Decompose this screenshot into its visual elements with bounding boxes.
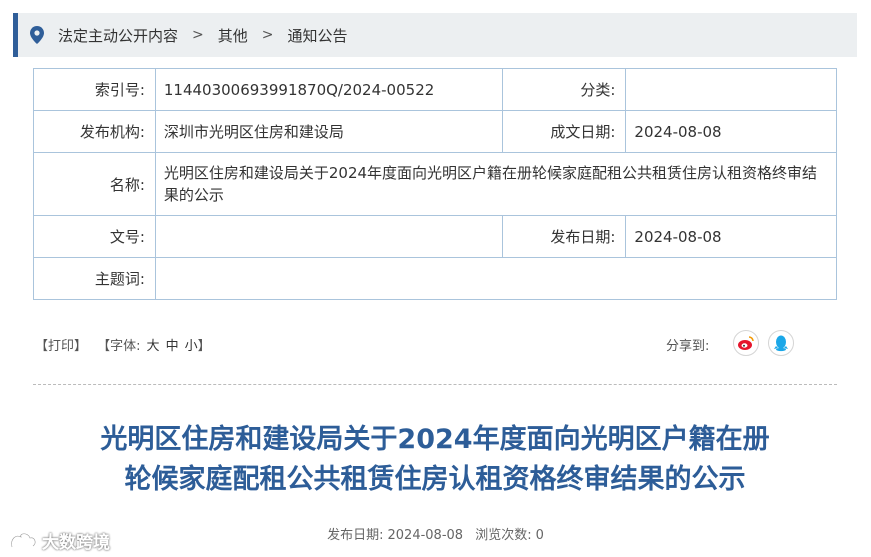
document-info-table: 索引号: 11440300693991870Q/2024-00522 分类: 发… [33, 68, 838, 300]
category-label: 分类: [501, 68, 627, 111]
breadcrumb-item-public-content[interactable]: 法定主动公开内容 [58, 25, 178, 46]
index-value: 11440300693991870Q/2024-00522 [154, 68, 503, 111]
watermark-logo-icon [8, 531, 38, 551]
font-size-large-button[interactable]: 大 [147, 339, 160, 354]
category-value [625, 68, 837, 111]
breadcrumb-item-notices[interactable]: 通知公告 [288, 25, 348, 46]
weibo-icon[interactable] [733, 330, 759, 356]
font-size-label: 【字体: [97, 339, 141, 354]
breadcrumb-separator: > [261, 27, 274, 43]
article-tools: 【打印】 【字体: 大中小】 [35, 335, 211, 354]
name-label: 名称: [33, 152, 156, 216]
table-row: 发布机构: 深圳市光明区住房和建设局 成文日期: 2024-08-08 [33, 110, 837, 153]
font-size-medium-button[interactable]: 中 [166, 339, 179, 354]
breadcrumb-item-other[interactable]: 其他 [218, 25, 248, 46]
print-button[interactable]: 【打印】 [35, 339, 87, 354]
keywords-label: 主题词: [33, 257, 156, 300]
name-value: 光明区住房和建设局关于2024年度面向光明区户籍在册轮候家庭配租公共租赁住房认租… [154, 152, 838, 216]
publisher-value: 深圳市光明区住房和建设局 [154, 110, 503, 153]
section-divider [33, 384, 837, 385]
font-size-close: 】 [197, 339, 211, 354]
publisher-label: 发布机构: [33, 110, 156, 153]
table-row: 文号: 发布日期: 2024-08-08 [33, 215, 837, 258]
watermark: 大数跨境 [8, 528, 110, 553]
font-size-small-button[interactable]: 小 [185, 339, 198, 354]
location-pin-icon [30, 25, 48, 45]
article-title-line-1: 光明区住房和建设局关于2024年度面向光明区户籍在册 [100, 424, 770, 455]
article-meta: 发布日期: 2024-08-08 浏览次数: 0 [0, 524, 871, 543]
table-row: 索引号: 11440300693991870Q/2024-00522 分类: [33, 68, 837, 111]
created-date-value: 2024-08-08 [625, 110, 837, 153]
article-title: 光明区住房和建设局关于2024年度面向光明区户籍在册 轮候家庭配租公共租赁住房认… [20, 420, 850, 500]
font-size-options: 大中小 [141, 339, 198, 354]
doc-number-label: 文号: [33, 215, 156, 258]
article-views-value: 0 [535, 528, 544, 543]
watermark-text: 大数跨境 [42, 533, 110, 553]
publish-date-value: 2024-08-08 [625, 215, 837, 258]
table-row: 名称: 光明区住房和建设局关于2024年度面向光明区户籍在册轮候家庭配租公共租赁… [33, 152, 838, 216]
created-date-label: 成文日期: [501, 110, 627, 153]
article-pubdate-label: 发布日期: [327, 528, 384, 543]
article-pubdate-value: 2024-08-08 [387, 528, 464, 543]
qq-icon[interactable] [768, 330, 794, 356]
share-label: 分享到: [666, 339, 710, 354]
article-title-line-2: 轮候家庭配租公共租赁住房认租资格终审结果的公示 [124, 464, 746, 495]
index-label: 索引号: [33, 68, 156, 111]
article-views-label: 浏览次数: [475, 528, 532, 543]
breadcrumb: 法定主动公开内容 > 其他 > 通知公告 [13, 13, 857, 57]
publish-date-label: 发布日期: [501, 215, 627, 258]
breadcrumb-separator: > [192, 27, 204, 43]
doc-number-value [154, 215, 503, 258]
keywords-value [154, 257, 838, 300]
table-row: 主题词: [33, 257, 838, 300]
